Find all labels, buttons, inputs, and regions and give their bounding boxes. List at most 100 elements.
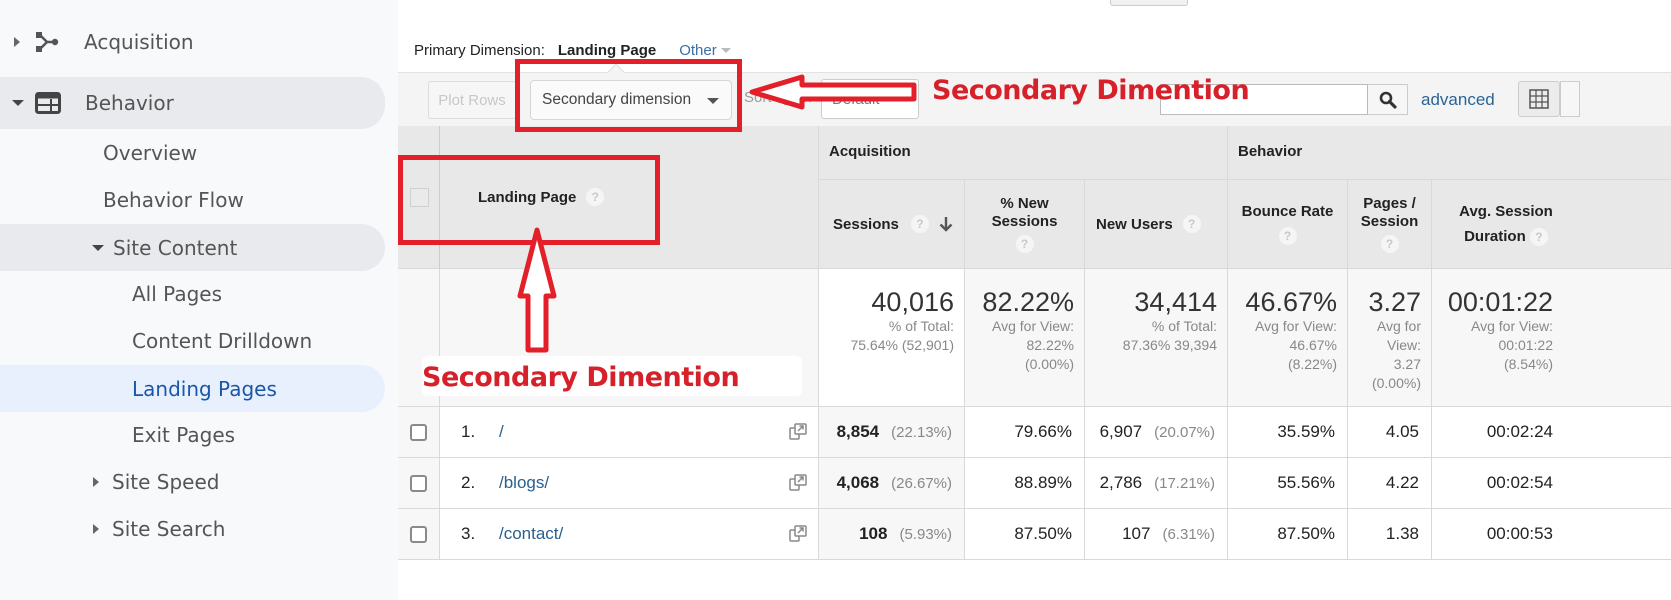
total-sub: (8.22%) <box>1287 356 1337 372</box>
help-icon[interactable]: ? <box>1015 235 1034 253</box>
row-avg-session-duration: 00:00:53 <box>1432 509 1671 560</box>
row-new-users: 107 (6.31%) <box>1085 509 1228 560</box>
total-sub: (8.54%) <box>1503 356 1553 372</box>
sidebar-item-site-speed[interactable]: Site Speed <box>93 458 219 506</box>
table-row-dimension: 2. /blogs/ <box>440 458 819 509</box>
primary-dimension-bar: Primary Dimension: Landing Page Other <box>414 42 731 59</box>
sort-descending-icon[interactable] <box>939 216 953 232</box>
alt-view-button[interactable] <box>1560 81 1580 117</box>
sidebar-item-label: Exit Pages <box>132 423 236 447</box>
landing-page-link[interactable]: /blogs/ <box>499 473 549 493</box>
annotation-label-top: Secondary Dimention <box>932 75 1250 106</box>
new-users-header[interactable]: New Users ? <box>1085 180 1228 269</box>
plot-rows-button[interactable]: Plot Rows <box>428 81 516 119</box>
row-checkbox[interactable] <box>410 474 427 492</box>
avg-session-duration-header-label: Avg. Session Duration ? <box>1451 199 1561 249</box>
caret-right-icon <box>93 477 99 487</box>
sidebar-item-label: Site Content <box>113 235 238 260</box>
row-new-users-value: 107 <box>1122 524 1151 543</box>
open-page-icon[interactable] <box>789 525 807 543</box>
search-button[interactable] <box>1368 84 1408 115</box>
avg-session-duration-header[interactable]: Avg. Session Duration ? <box>1432 180 1671 269</box>
caret-down-icon <box>12 100 24 106</box>
sidebar-item-acquisition[interactable]: Acquisition <box>0 18 385 66</box>
sidebar-item-label: Behavior <box>85 91 174 115</box>
row-new_users-pct: (17.21%) <box>1154 474 1215 492</box>
landing-page-link[interactable]: / <box>499 422 504 442</box>
help-icon[interactable]: ? <box>1529 228 1548 247</box>
sidebar-item-overview[interactable]: Overview <box>103 129 197 177</box>
open-page-icon[interactable] <box>789 474 807 492</box>
row-pct-new-sessions: 79.66% <box>965 407 1085 458</box>
row-sessions-value: 108 <box>859 524 888 543</box>
advanced-filter-link[interactable]: advanced <box>1421 90 1495 110</box>
help-icon[interactable]: ? <box>1380 235 1399 253</box>
primary-dimension-other-dropdown[interactable]: Other <box>679 42 731 59</box>
behavior-group-label: Behavior <box>1238 143 1303 160</box>
report-main: Primary Dimension: Landing Page Other Pl… <box>398 0 1671 600</box>
row-sessions: 108 (5.93%) <box>819 509 965 560</box>
sidebar-item-content-drilldown[interactable]: Content Drilldown <box>132 317 312 365</box>
total-sub: View: <box>1387 337 1421 353</box>
row-checkbox-cell <box>398 458 440 509</box>
sidebar-item-exit-pages[interactable]: Exit Pages <box>132 411 235 459</box>
pages-session-header-label: Pages / Session <box>1360 195 1419 230</box>
row-sessions: 4,068 (26.67%) <box>819 458 965 509</box>
sidebar-item-all-pages[interactable]: All Pages <box>132 270 222 318</box>
row-checkbox[interactable] <box>410 525 427 543</box>
sidebar-item-label: Behavior Flow <box>103 188 244 212</box>
sidebar-item-behavior[interactable]: Behavior <box>0 77 385 129</box>
annotation-arrow-up <box>517 227 557 353</box>
total-bounce-rate: 46.67% Avg for View: 46.67% (8.22%) <box>1228 269 1348 407</box>
row-new_users-pct: (6.31%) <box>1162 525 1215 543</box>
total-pct-new-sessions: 82.22% Avg for View: 82.22% (0.00%) <box>965 269 1085 407</box>
help-icon[interactable]: ? <box>910 215 929 233</box>
open-page-icon[interactable] <box>789 423 807 441</box>
sidebar-item-site-search[interactable]: Site Search <box>93 505 225 553</box>
primary-dimension-label: Primary Dimension: <box>414 42 545 59</box>
pages-session-header[interactable]: Pages / Session ? <box>1348 180 1432 269</box>
acquisition-group-label: Acquisition <box>829 143 911 160</box>
row-sessions-pct: (5.93%) <box>899 525 952 543</box>
bounce-rate-header[interactable]: Bounce Rate ? <box>1228 180 1348 269</box>
row-pct-new-sessions: 87.50% <box>965 509 1085 560</box>
behavior-icon <box>35 92 61 114</box>
row-checkbox[interactable] <box>410 423 427 441</box>
total-sub: Avg for View: <box>1255 318 1337 334</box>
total-sessions-value: 40,016 <box>871 287 954 317</box>
landing-page-link[interactable]: /contact/ <box>499 524 563 544</box>
sidebar-item-landing-pages[interactable]: Landing Pages <box>0 365 385 412</box>
total-pages-session-value: 3.27 <box>1368 287 1421 317</box>
collapsed-panel-tab[interactable] <box>1110 0 1188 6</box>
sidebar-nav: Acquisition Behavior Overview Behavior F… <box>0 0 398 600</box>
row-sessions-value: 8,854 <box>836 422 880 441</box>
row-checkbox-cell <box>398 509 440 560</box>
row-pages-session: 4.22 <box>1348 458 1432 509</box>
sidebar-item-label: Content Drilldown <box>132 329 313 353</box>
row-pages-session: 4.05 <box>1348 407 1432 458</box>
row-new-users-value: 2,786 <box>1099 473 1143 492</box>
sidebar-item-site-content[interactable]: Site Content <box>0 224 385 271</box>
help-icon[interactable]: ? <box>1182 215 1201 233</box>
row-index: 2. <box>461 473 476 492</box>
caret-right-icon <box>93 524 99 534</box>
row-sessions-pct: (22.13%) <box>891 423 952 441</box>
grid-icon <box>1529 89 1549 109</box>
primary-dimension-landing-page[interactable]: Landing Page <box>558 42 656 59</box>
total-sub: 82.22% <box>1026 337 1074 353</box>
total-sub: (0.00%) <box>1024 356 1074 372</box>
help-icon[interactable]: ? <box>1278 227 1297 245</box>
row-sessions-pct: (26.67%) <box>891 474 952 492</box>
row-avg-session-duration-value: 00:02:24 <box>1486 422 1553 441</box>
sessions-header[interactable]: Sessions ? <box>819 180 965 269</box>
pct-new-sessions-header[interactable]: % New Sessions ? <box>965 180 1085 269</box>
row-new-users: 2,786 (17.21%) <box>1085 458 1228 509</box>
annotation-label-bottom: Secondary Dimention <box>422 362 740 393</box>
total-bounce-rate-value: 46.67% <box>1245 287 1337 317</box>
row-new-users-value: 6,907 <box>1099 422 1143 441</box>
row-pages-session-value: 4.05 <box>1385 422 1419 441</box>
annotation-arrow-left <box>749 74 917 110</box>
sidebar-item-behavior-flow[interactable]: Behavior Flow <box>103 176 244 224</box>
table-view-button[interactable] <box>1518 81 1560 117</box>
total-sub: 87.36% 39,394 <box>1122 337 1217 353</box>
